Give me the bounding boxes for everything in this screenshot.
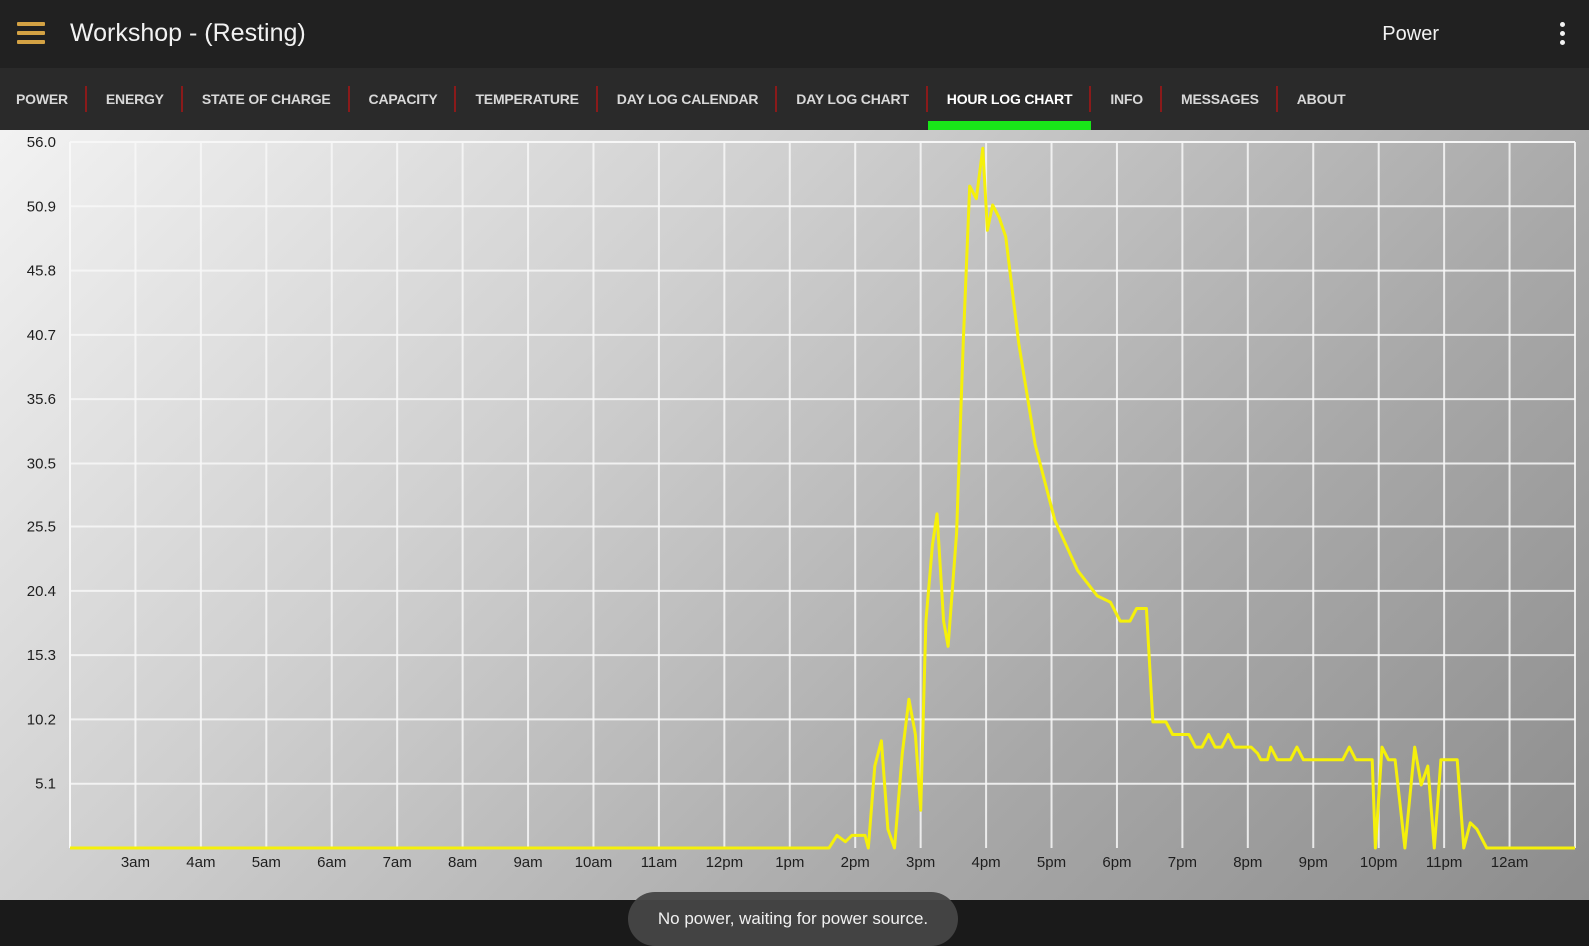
x-tick-label: 4am xyxy=(186,854,215,871)
x-tick-label: 3am xyxy=(121,854,150,871)
tab-capacity[interactable]: CAPACITY xyxy=(350,68,457,130)
x-tick-label: 12pm xyxy=(706,854,744,871)
app-bar: Workshop - (Resting) Power xyxy=(0,0,1589,68)
power-mode-label[interactable]: Power xyxy=(1382,18,1439,50)
tab-messages[interactable]: MESSAGES xyxy=(1162,68,1278,130)
y-tick-label: 15.3 xyxy=(27,647,56,664)
x-tick-label: 6pm xyxy=(1102,854,1131,871)
x-tick-label: 8pm xyxy=(1233,854,1262,871)
hour-log-chart: 56.0 50.9 45.8 40.7 35.6 30.5 25.5 20.4 15.3 10.2… xyxy=(0,130,1589,946)
tab-bar: POWER ENERGY STATE OF CHARGE CAPACITY TE… xyxy=(0,68,1589,130)
x-tick-label: 10am xyxy=(575,854,613,871)
x-tick-label: 1pm xyxy=(775,854,804,871)
x-tick-label: 5pm xyxy=(1037,854,1066,871)
x-tick-label: 9pm xyxy=(1299,854,1328,871)
tab-day-log-chart[interactable]: DAY LOG CHART xyxy=(777,68,928,130)
tab-state-of-charge[interactable]: STATE OF CHARGE xyxy=(183,68,350,130)
x-tick-label: 12am xyxy=(1491,854,1529,871)
y-tick-label: 20.4 xyxy=(27,583,56,600)
power-series-line xyxy=(70,146,1575,850)
x-tick-label: 11pm xyxy=(1426,854,1462,871)
tab-about[interactable]: ABOUT xyxy=(1278,68,1365,130)
y-tick-label: 35.6 xyxy=(27,391,56,408)
tab-info[interactable]: INFO xyxy=(1091,68,1162,130)
x-tick-label: 7pm xyxy=(1168,854,1197,871)
page-title: Workshop - (Resting) xyxy=(70,19,306,47)
y-tick-label: 5.1 xyxy=(35,776,56,793)
y-tick-label: 25.5 xyxy=(27,519,56,536)
x-tick-label: 9am xyxy=(513,854,542,871)
y-tick-label: 30.5 xyxy=(27,455,56,472)
toast-message: No power, waiting for power source. xyxy=(628,892,958,946)
y-tick-label: 45.8 xyxy=(27,263,56,280)
tab-list: POWER ENERGY STATE OF CHARGE CAPACITY TE… xyxy=(0,68,1365,130)
tab-day-log-calendar[interactable]: DAY LOG CALENDAR xyxy=(598,68,778,130)
tab-hour-log-chart[interactable]: HOUR LOG CHART xyxy=(927,68,1092,130)
x-tick-label: 7am xyxy=(383,854,412,871)
tab-energy[interactable]: ENERGY xyxy=(87,68,183,130)
x-tick-label: 6am xyxy=(317,854,346,871)
tab-temperature[interactable]: TEMPERATURE xyxy=(456,68,599,130)
y-tick-label: 56.0 xyxy=(27,134,56,151)
x-tick-label: 5am xyxy=(252,854,281,871)
y-tick-label: 50.9 xyxy=(27,198,56,215)
y-tick-label: 40.7 xyxy=(27,327,56,344)
y-tick-label: 10.2 xyxy=(27,711,56,728)
x-tick-label: 8am xyxy=(448,854,477,871)
x-tick-label: 10pm xyxy=(1360,854,1398,871)
x-tick-label: 4pm xyxy=(971,854,1000,871)
chart-svg: 56.0 50.9 45.8 40.7 35.6 30.5 25.5 20.4 15.3 10.2… xyxy=(27,134,1576,871)
hamburger-menu-icon[interactable] xyxy=(17,22,45,44)
x-tick-label: 3pm xyxy=(906,854,935,871)
x-tick-label: 11am xyxy=(641,854,677,871)
x-tick-label: 2pm xyxy=(841,854,870,871)
tab-power[interactable]: POWER xyxy=(0,68,87,130)
more-options-icon[interactable] xyxy=(1557,22,1567,46)
